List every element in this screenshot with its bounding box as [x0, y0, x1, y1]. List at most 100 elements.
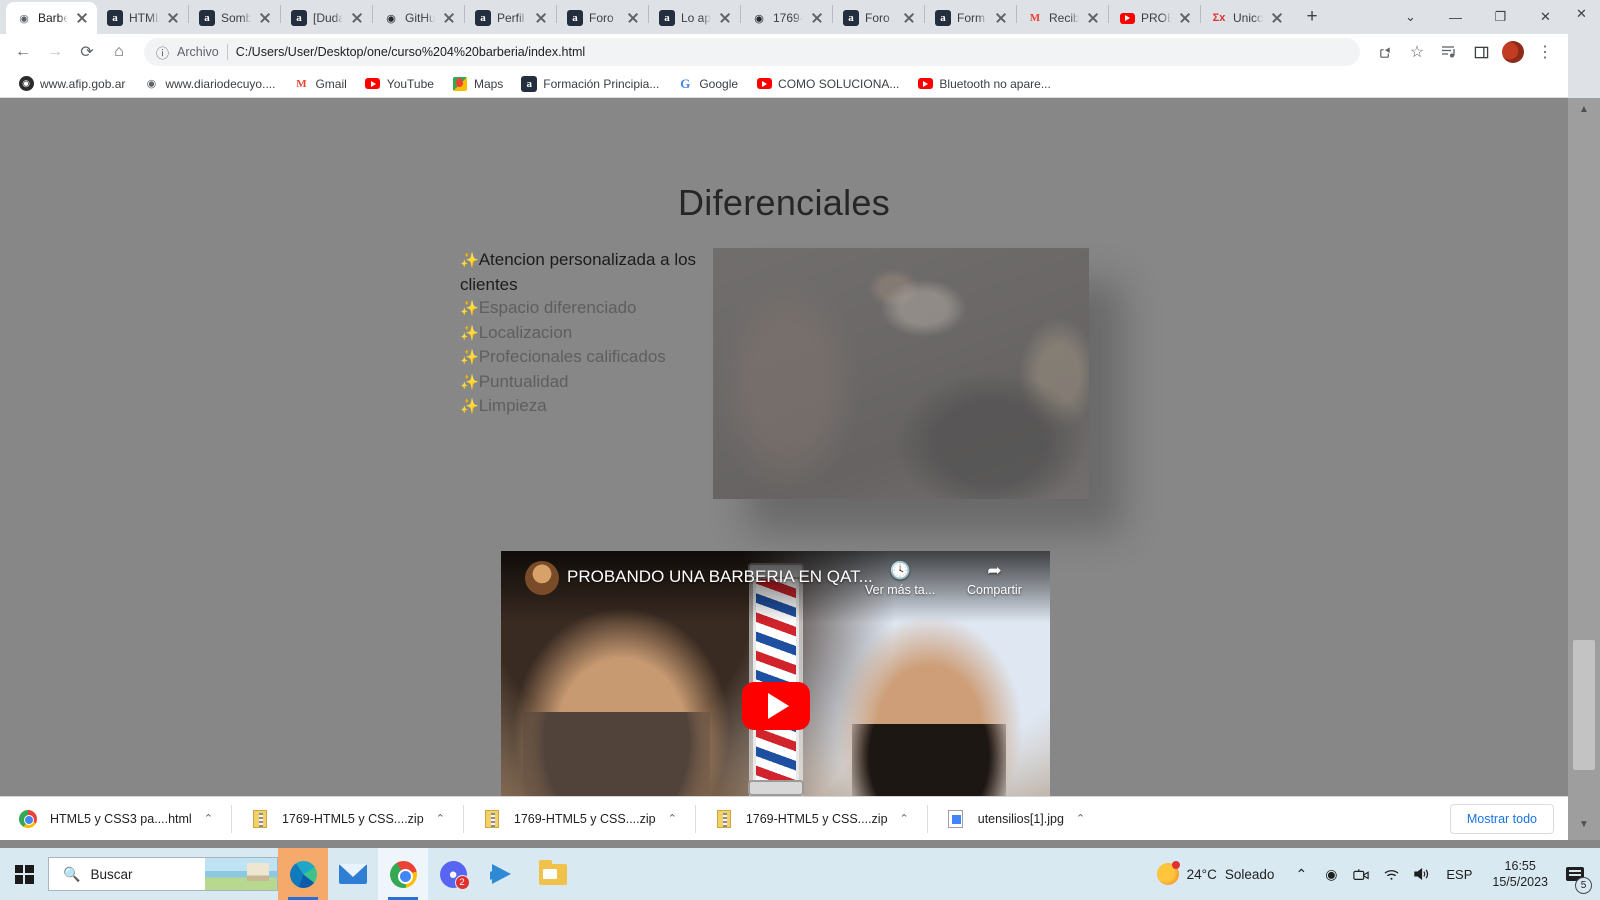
record-icon[interactable]: ◉ — [1316, 848, 1346, 900]
forward-button[interactable]: → — [40, 37, 70, 67]
tab-close-icon[interactable] — [1177, 10, 1193, 26]
reload-button[interactable]: ⟳ — [72, 37, 102, 67]
tab-close-icon[interactable] — [349, 10, 365, 26]
minimize-button[interactable]: — — [1433, 0, 1478, 34]
browser-tab-9[interactable]: a Foro — [833, 2, 924, 34]
browser-tab-10[interactable]: a Form — [925, 2, 1016, 34]
address-bar[interactable]: ⓘ Archivo C:/Users/User/Desktop/one/curs… — [144, 38, 1360, 66]
amazon-icon: a — [659, 10, 675, 26]
browser-tab-7[interactable]: a Lo ap — [649, 2, 740, 34]
tab-close-icon[interactable] — [993, 10, 1009, 26]
maximize-button[interactable]: ❐ — [1478, 0, 1523, 34]
taskbar-app-vscode[interactable] — [478, 848, 528, 900]
tray-overflow-icon[interactable]: ⌃ — [1286, 848, 1316, 900]
wifi-icon[interactable] — [1376, 848, 1406, 900]
tab-close-icon[interactable] — [74, 10, 90, 26]
browser-tab-6[interactable]: a Foro — [557, 2, 648, 34]
download-item[interactable]: utensilios[1].jpg ⌃ — [928, 797, 1103, 841]
download-item[interactable]: 1769-HTML5 y CSS....zip ⌃ — [464, 797, 695, 841]
volume-icon[interactable] — [1406, 848, 1436, 900]
browser-tab-5[interactable]: a Perfil — [465, 2, 556, 34]
weather-widget[interactable]: 24°C Soleado — [1145, 861, 1287, 885]
browser-tab-2[interactable]: a Somb — [189, 2, 280, 34]
tab-close-icon[interactable] — [533, 10, 549, 26]
chevron-up-icon[interactable]: ⌃ — [1076, 812, 1085, 825]
tab-close-icon[interactable] — [165, 10, 181, 26]
taskbar-app-explorer[interactable] — [528, 848, 578, 900]
browser-tab-1[interactable]: a HTML — [97, 2, 188, 34]
zip-file-icon — [250, 808, 270, 830]
search-highlight-image — [205, 858, 277, 890]
bookmark-item[interactable]: Maps — [444, 73, 511, 95]
weather-condition: Soleado — [1224, 866, 1275, 882]
camera-icon[interactable] — [1346, 848, 1376, 900]
photo-frame — [713, 248, 1089, 499]
reading-list-icon[interactable] — [1434, 37, 1464, 67]
tab-close-icon[interactable] — [1085, 10, 1101, 26]
close-window-edge-icon[interactable]: ✕ — [1576, 6, 1587, 22]
bookmark-item[interactable]: Bluetooth no apare... — [909, 73, 1058, 95]
amazon-icon: a — [199, 10, 215, 26]
scroll-up-arrow[interactable]: ▲ — [1579, 104, 1589, 115]
taskbar-app-mail[interactable] — [328, 848, 378, 900]
site-info-icon[interactable]: ⓘ — [156, 43, 169, 62]
browser-tab-3[interactable]: a [Duda — [281, 2, 372, 34]
chevron-up-icon[interactable]: ⌃ — [668, 812, 677, 825]
browser-tab-8[interactable]: ◉ 1769- — [741, 2, 832, 34]
browser-tab-11[interactable]: M Recib — [1017, 2, 1108, 34]
home-button[interactable]: ⌂ — [104, 37, 134, 67]
watch-later-button[interactable]: 🕓 Ver más ta... — [865, 561, 935, 597]
download-item[interactable]: 1769-HTML5 y CSS....zip ⌃ — [696, 797, 927, 841]
scroll-down-arrow[interactable]: ▼ — [1579, 819, 1589, 830]
taskbar-app-edge[interactable] — [278, 848, 328, 900]
search-input[interactable]: 🔍 Buscar — [48, 857, 278, 891]
bookmark-item[interactable]: YouTube — [357, 73, 442, 95]
tab-close-icon[interactable] — [257, 10, 273, 26]
profile-avatar[interactable] — [1498, 37, 1528, 67]
taskbar-app-discord[interactable]: ● 2 — [428, 848, 478, 900]
channel-avatar[interactable] — [525, 561, 559, 595]
share-video-button[interactable]: ➦ Compartir — [967, 561, 1022, 597]
browser-tab-12[interactable]: PROB — [1109, 2, 1200, 34]
sparkles-icon: ✨ — [460, 324, 479, 342]
tab-close-icon[interactable] — [441, 10, 457, 26]
bookmark-item[interactable]: COMO SOLUCIONA... — [748, 73, 907, 95]
tab-close-icon[interactable] — [901, 10, 917, 26]
chrome-menu-icon[interactable]: ⋮ — [1530, 37, 1560, 67]
browser-tab-4[interactable]: ◉ GitHu — [373, 2, 464, 34]
bookmark-item[interactable]: a Formación Principia... — [513, 73, 667, 95]
language-indicator[interactable]: ESP — [1436, 867, 1482, 882]
bookmark-item[interactable]: G Google — [669, 73, 746, 95]
browser-tab-0[interactable]: ◉ Barbe — [6, 2, 97, 34]
bookmark-item[interactable]: ◉ www.afip.gob.ar — [10, 73, 133, 95]
new-tab-button[interactable]: + — [1298, 3, 1326, 31]
tab-close-icon[interactable] — [717, 10, 733, 26]
chevron-up-icon[interactable]: ⌃ — [436, 812, 445, 825]
start-button[interactable] — [0, 848, 48, 900]
tab-close-icon[interactable] — [625, 10, 641, 26]
chevron-up-icon[interactable]: ⌃ — [204, 812, 213, 825]
close-window-button[interactable]: ✕ — [1523, 0, 1568, 34]
notification-badge: 2 — [454, 874, 470, 890]
download-item[interactable]: HTML5 y CSS3 pa....html ⌃ — [0, 797, 231, 841]
youtube-play-button[interactable] — [741, 681, 810, 730]
tab-title: Barbe — [38, 11, 68, 25]
sidebar-icon[interactable] — [1466, 37, 1496, 67]
tab-close-icon[interactable] — [809, 10, 825, 26]
back-button[interactable]: ← — [8, 37, 38, 67]
taskbar-app-chrome[interactable] — [378, 848, 428, 900]
video-title[interactable]: PROBANDO UNA BARBERIA EN QAT... — [567, 567, 873, 587]
tab-close-icon[interactable] — [1269, 10, 1285, 26]
tab-search-icon[interactable]: ⌄ — [1388, 0, 1433, 34]
chevron-up-icon[interactable]: ⌃ — [900, 812, 909, 825]
bookmark-item[interactable]: M Gmail — [285, 73, 354, 95]
bookmark-star-icon[interactable]: ☆ — [1402, 37, 1432, 67]
notifications-button[interactable]: 5 — [1558, 848, 1592, 900]
show-all-downloads-button[interactable]: Mostrar todo — [1449, 803, 1554, 834]
download-item[interactable]: 1769-HTML5 y CSS....zip ⌃ — [232, 797, 463, 841]
scrollbar-thumb[interactable] — [1573, 640, 1595, 770]
browser-tab-13[interactable]: Σx Unico — [1201, 2, 1292, 34]
taskbar-clock[interactable]: 16:55 15/5/2023 — [1482, 858, 1558, 890]
share-icon[interactable] — [1370, 37, 1400, 67]
bookmark-item[interactable]: ◉ www.diariodecuyo.... — [135, 73, 283, 95]
